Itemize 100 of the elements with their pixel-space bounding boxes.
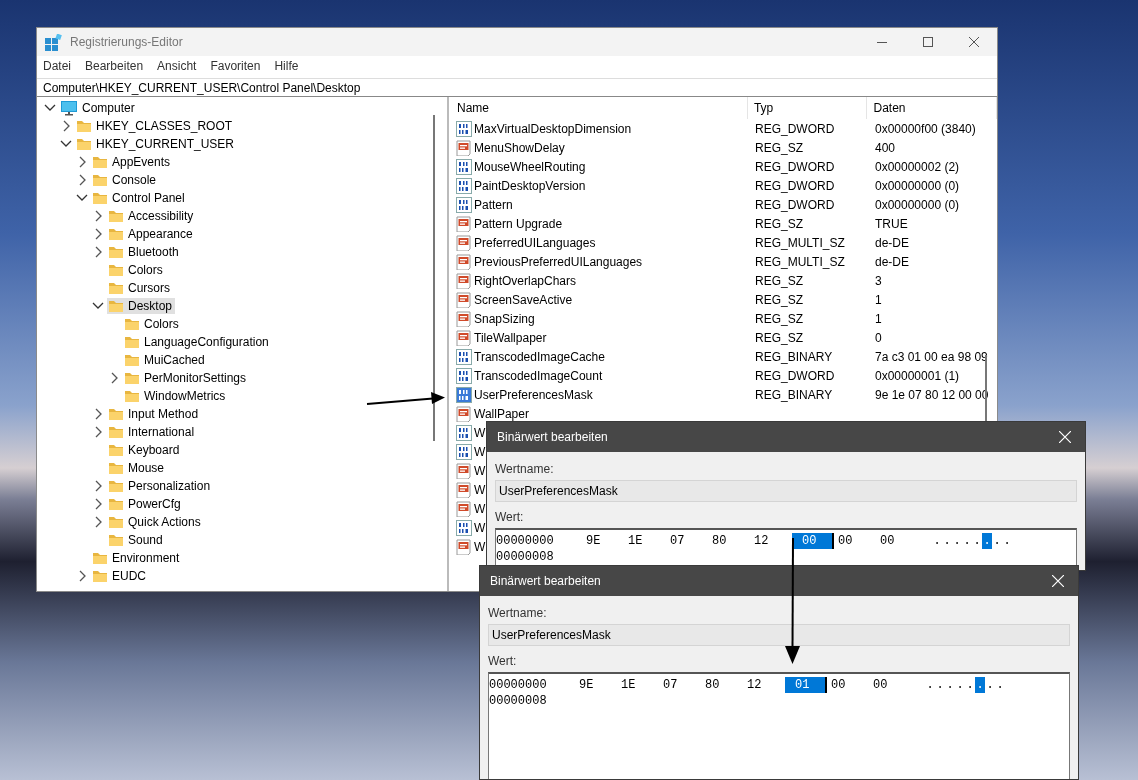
hex-byte[interactable]: 00 (869, 677, 911, 693)
hex-byte[interactable]: 9E (575, 677, 617, 693)
value-data: 0x00000000 (0) (874, 178, 960, 193)
value-data: 400 (874, 140, 896, 155)
hex-byte[interactable]: 00 (834, 533, 876, 549)
tree-item[interactable]: Accessibility (107, 208, 197, 224)
tree-item[interactable]: HKEY_CURRENT_USER (75, 136, 238, 152)
value-name-field[interactable]: UserPreferencesMask (495, 480, 1077, 502)
maximize-icon (923, 37, 933, 47)
menu-item[interactable]: Hilfe (274, 59, 299, 75)
tree-item[interactable]: Colors (107, 262, 166, 278)
ascii-char[interactable]: . (965, 677, 975, 693)
menu-item[interactable]: Favoriten (210, 59, 261, 75)
tree-item[interactable]: Keyboard (107, 442, 183, 458)
ascii-char[interactable]: . (982, 533, 992, 549)
tree-item[interactable]: Computer (59, 99, 138, 117)
ascii-char[interactable]: . (945, 677, 955, 693)
tree-item[interactable]: Appearance (107, 226, 196, 242)
tree-item[interactable]: Bluetooth (107, 244, 182, 260)
value-data: TRUE (874, 216, 908, 231)
folder-icon (108, 263, 124, 277)
ascii-char[interactable]: . (972, 533, 982, 549)
folder-icon (108, 461, 124, 475)
ascii-char[interactable]: . (942, 533, 952, 549)
tree-item[interactable]: Input Method (107, 406, 202, 422)
hex-byte[interactable]: 07 (659, 677, 701, 693)
column-header[interactable]: Daten (867, 97, 997, 119)
ascii-char[interactable]: . (925, 677, 935, 693)
ascii-char[interactable]: . (992, 533, 1002, 549)
tree-item[interactable]: Desktop (107, 298, 176, 314)
tree-item[interactable]: Control Panel (91, 190, 188, 206)
folder-icon (108, 407, 124, 421)
value-name: RightOverlapChars (474, 273, 577, 288)
tree-item[interactable]: Mouse (107, 460, 168, 476)
hex-byte[interactable]: 1E (617, 677, 659, 693)
ascii-char[interactable]: . (975, 677, 985, 693)
tree-item[interactable]: EUDC (91, 568, 149, 584)
tree-item[interactable]: Console (91, 172, 160, 188)
tree-item[interactable]: Environment (91, 550, 183, 566)
ascii-char[interactable]: . (932, 533, 942, 549)
value-type: REG_BINARY (754, 387, 834, 402)
field-label: Wertname: (488, 606, 547, 620)
value-type: REG_SZ (754, 292, 804, 307)
menu-item[interactable]: Bearbeiten (85, 59, 144, 75)
ascii-char[interactable]: . (995, 677, 1005, 693)
tree-item[interactable]: HKEY_CLASSES_ROOT (75, 118, 236, 134)
value-type: REG_SZ (754, 330, 804, 345)
menu-item[interactable]: Ansicht (157, 59, 197, 75)
hex-byte[interactable]: 12 (750, 533, 792, 549)
hex-byte[interactable]: 07 (666, 533, 708, 549)
hex-byte[interactable]: 01 (785, 677, 827, 693)
menu-item[interactable]: Datei (43, 59, 71, 75)
tree-item[interactable]: LanguageConfiguration (123, 334, 272, 350)
tree-item[interactable]: Quick Actions (107, 514, 204, 530)
value-data: 0x00000000 (0) (874, 197, 960, 212)
field-label: Wert: (488, 654, 517, 668)
tree-item[interactable]: Colors (123, 316, 182, 332)
field-label: Wert: (495, 510, 524, 524)
ascii-char[interactable]: . (985, 677, 995, 693)
tree-item[interactable]: MuiCached (123, 352, 208, 368)
ascii-char[interactable]: . (935, 677, 945, 693)
hex-byte[interactable]: 9E (582, 533, 624, 549)
address-bar[interactable]: Computer\HKEY_CURRENT_USER\Control Panel\Desktop (37, 78, 997, 97)
hex-editor[interactable]: 00000000 9E 1E 07 80 12 01 00 00 . . . . . . . . 00000008 (488, 672, 1070, 779)
tree-item[interactable]: Sound (107, 532, 166, 548)
folder-icon (92, 569, 108, 583)
value-name: ScreenSaveActive (474, 292, 573, 307)
ascii-char[interactable]: . (1002, 533, 1012, 549)
tree-item[interactable]: PerMonitorSettings (123, 370, 250, 386)
dialog-title: Binärwert bearbeiten (490, 574, 602, 588)
folder-icon (124, 353, 140, 367)
tree-item[interactable]: PowerCfg (107, 496, 184, 512)
value-name: MenuShowDelay (474, 140, 565, 155)
value-data: 1 (874, 292, 882, 307)
tree-item[interactable]: Personalization (107, 478, 214, 494)
column-header[interactable]: Name (451, 97, 748, 119)
tree-item[interactable]: WindowMetrics (123, 388, 229, 404)
scrollbar-thumb[interactable] (433, 115, 435, 441)
hex-byte[interactable]: 00 (827, 677, 869, 693)
hex-byte[interactable]: 1E (624, 533, 666, 549)
value-name: TranscodedImageCache (474, 349, 605, 364)
value-type: REG_SZ (754, 273, 804, 288)
value-name: W (474, 520, 486, 535)
ascii-char[interactable]: . (955, 677, 965, 693)
hex-byte[interactable]: 80 (708, 533, 750, 549)
value-name: MouseWheelRouting (474, 159, 586, 174)
value-name: Pattern Upgrade (474, 216, 563, 231)
hex-byte[interactable]: 12 (743, 677, 785, 693)
column-header[interactable]: Typ (747, 97, 868, 119)
hex-byte[interactable]: 00 (792, 533, 834, 549)
tree-item[interactable]: Cursors (107, 280, 173, 296)
tree-item[interactable]: International (107, 424, 198, 440)
ascii-char[interactable]: . (962, 533, 972, 549)
tree-item[interactable]: AppEvents (91, 154, 174, 170)
hex-byte[interactable]: 00 (876, 533, 918, 549)
folder-icon (108, 497, 124, 511)
hex-byte[interactable]: 80 (701, 677, 743, 693)
value-type: REG_DWORD (754, 197, 836, 212)
value-name-field[interactable]: UserPreferencesMask (488, 624, 1070, 646)
ascii-char[interactable]: . (952, 533, 962, 549)
